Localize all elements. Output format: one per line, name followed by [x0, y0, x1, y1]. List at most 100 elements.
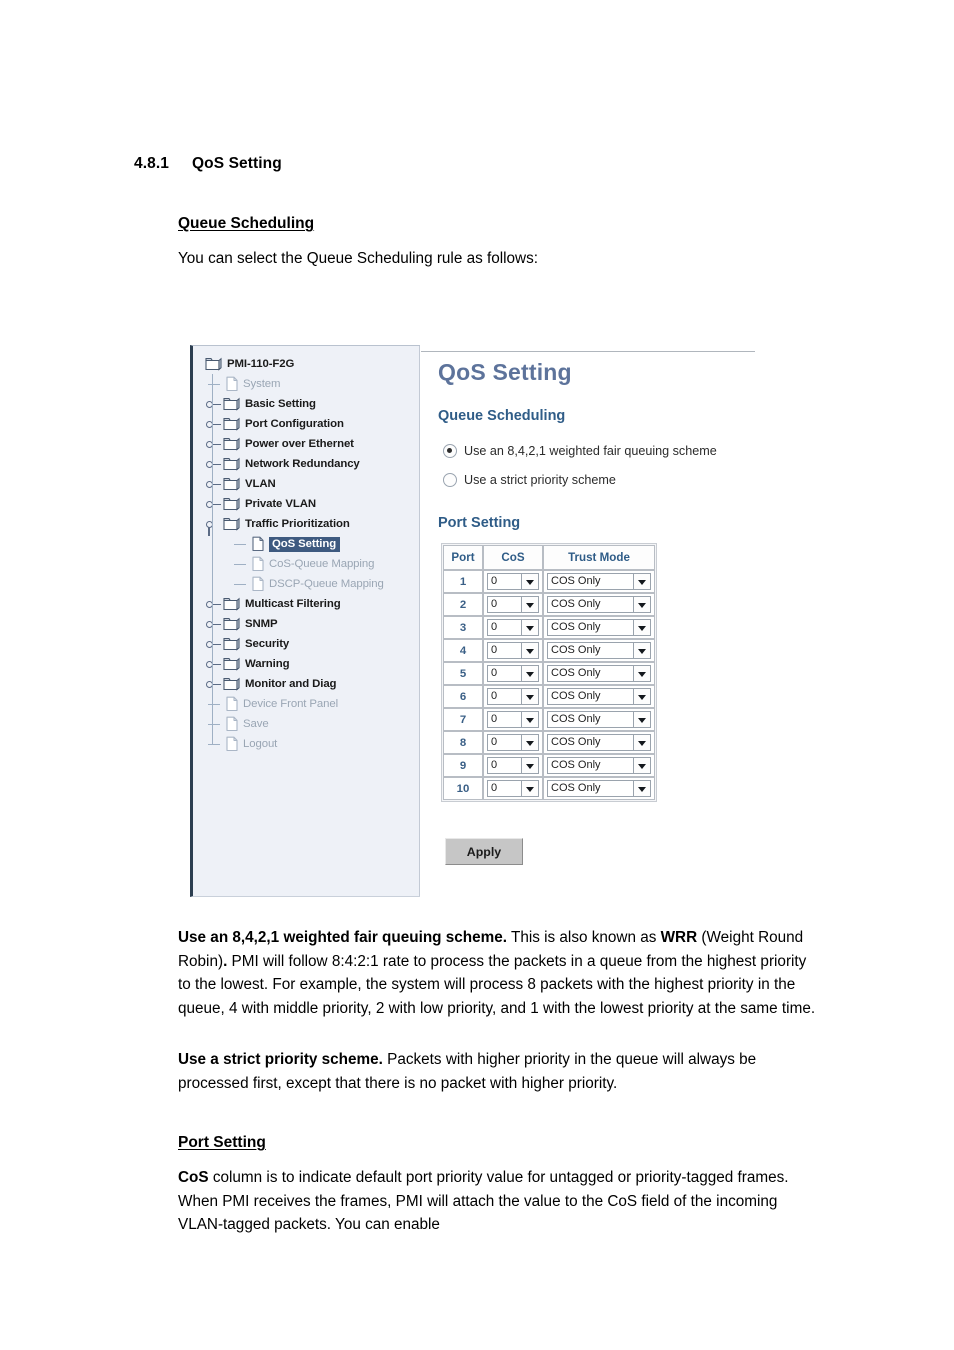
tree-item-vlan[interactable]: VLAN	[201, 474, 423, 494]
tree-item-monitor-and-diag[interactable]: Monitor and Diag	[201, 674, 423, 694]
chevron-down-icon[interactable]	[633, 666, 650, 681]
radio-option-strict-priority[interactable]: Use a strict priority scheme	[443, 473, 616, 487]
cell-trust-mode: COS Only	[543, 662, 655, 685]
trust-mode-dropdown[interactable]: COS Only	[547, 665, 651, 682]
table-row: 3 0 COS Only	[443, 616, 655, 639]
cos-dropdown[interactable]: 0	[487, 688, 539, 705]
cos-dropdown[interactable]: 0	[487, 619, 539, 636]
expand-handle-icon[interactable]	[205, 414, 223, 434]
cos-dropdown[interactable]: 0	[487, 711, 539, 728]
trust-mode-dropdown[interactable]: COS Only	[547, 734, 651, 751]
tree-root-node[interactable]: PMI-110-F2G	[201, 354, 423, 374]
chevron-down-icon[interactable]	[521, 620, 538, 635]
trust-mode-value: COS Only	[551, 759, 601, 771]
chevron-down-icon[interactable]	[633, 758, 650, 773]
chevron-down-icon[interactable]	[633, 643, 650, 658]
tree-item-qos-setting[interactable]: QoS Setting	[201, 534, 423, 554]
panel-title: QoS Setting	[438, 359, 572, 385]
chevron-down-icon[interactable]	[633, 620, 650, 635]
tree-item-security[interactable]: Security	[201, 634, 423, 654]
trust-mode-dropdown[interactable]: COS Only	[547, 711, 651, 728]
expand-handle-icon[interactable]	[205, 434, 223, 454]
tree-item-system[interactable]: System	[201, 374, 423, 394]
table-row: 7 0 COS Only	[443, 708, 655, 731]
tree-item-network-redundancy[interactable]: Network Redundancy	[201, 454, 423, 474]
chevron-down-icon[interactable]	[521, 666, 538, 681]
expand-handle-icon[interactable]	[205, 474, 223, 494]
tree-item-power-over-ethernet[interactable]: Power over Ethernet	[201, 434, 423, 454]
tree-item-logout[interactable]: Logout	[201, 734, 423, 754]
cos-dropdown[interactable]: 0	[487, 780, 539, 797]
collapse-handle-icon[interactable]	[205, 514, 223, 536]
trust-mode-value: COS Only	[551, 644, 601, 656]
tree-item-label: Traffic Prioritization	[245, 518, 350, 530]
column-header-cos: CoS	[483, 545, 543, 570]
expand-handle-icon[interactable]	[205, 674, 223, 694]
cell-trust-mode: COS Only	[543, 570, 655, 593]
para-wrr-lead: Use an 8,4,2,1 weighted fair queuing sch…	[178, 929, 507, 946]
expand-handle-icon[interactable]	[205, 394, 223, 414]
radio-wrr-indicator[interactable]	[443, 444, 457, 458]
table-row: 1 0 COS Only	[443, 570, 655, 593]
chevron-down-icon[interactable]	[521, 712, 538, 727]
cos-dropdown[interactable]: 0	[487, 596, 539, 613]
expand-handle-icon[interactable]	[205, 594, 223, 614]
expand-handle-icon[interactable]	[205, 494, 223, 514]
chevron-down-icon[interactable]	[521, 643, 538, 658]
cos-dropdown[interactable]: 0	[487, 757, 539, 774]
chevron-down-icon[interactable]	[633, 574, 650, 589]
queue-scheduling-section-title: Queue Scheduling	[438, 408, 566, 424]
tree-item-dscp-queue-mapping[interactable]: DSCP-Queue Mapping	[201, 574, 423, 594]
page-title: 4.8.1 QoS Setting	[134, 155, 282, 173]
tree-item-snmp[interactable]: SNMP	[201, 614, 423, 634]
expand-handle-icon[interactable]	[205, 614, 223, 634]
radio-option-wrr[interactable]: Use an 8,4,2,1 weighted fair queuing sch…	[443, 444, 717, 458]
tree-item-traffic-prioritization[interactable]: Traffic Prioritization	[201, 514, 423, 536]
expand-handle-icon[interactable]	[205, 454, 223, 474]
tree-item-warning[interactable]: Warning	[201, 654, 423, 674]
radio-strict-indicator[interactable]	[443, 473, 457, 487]
trust-mode-value: COS Only	[551, 713, 601, 725]
tree-item-save[interactable]: Save	[201, 714, 423, 734]
tree-connector	[231, 554, 249, 574]
chevron-down-icon[interactable]	[521, 689, 538, 704]
cell-port-number: 9	[443, 754, 483, 777]
chevron-down-icon[interactable]	[521, 597, 538, 612]
chevron-down-icon[interactable]	[521, 758, 538, 773]
tree-item-label: Multicast Filtering	[245, 598, 341, 610]
tree-item-device-front-panel[interactable]: Device Front Panel	[201, 694, 423, 714]
trust-mode-dropdown[interactable]: COS Only	[547, 688, 651, 705]
chevron-down-icon[interactable]	[521, 781, 538, 796]
trust-mode-dropdown[interactable]: COS Only	[547, 573, 651, 590]
cos-dropdown[interactable]: 0	[487, 734, 539, 751]
trust-mode-value: COS Only	[551, 621, 601, 633]
trust-mode-dropdown[interactable]: COS Only	[547, 596, 651, 613]
chevron-down-icon[interactable]	[521, 735, 538, 750]
expand-handle-icon[interactable]	[205, 654, 223, 674]
cos-dropdown[interactable]: 0	[487, 665, 539, 682]
folder-icon	[223, 437, 240, 451]
cos-dropdown[interactable]: 0	[487, 642, 539, 659]
cos-dropdown[interactable]: 0	[487, 573, 539, 590]
tree-item-multicast-filtering[interactable]: Multicast Filtering	[201, 594, 423, 614]
chevron-down-icon[interactable]	[521, 574, 538, 589]
paragraph-strict-priority: Use a strict priority scheme. Packets wi…	[178, 1048, 823, 1095]
chevron-down-icon[interactable]	[633, 597, 650, 612]
cos-value: 0	[491, 598, 498, 610]
trust-mode-dropdown[interactable]: COS Only	[547, 780, 651, 797]
apply-button[interactable]: Apply	[445, 838, 523, 865]
chevron-down-icon[interactable]	[633, 735, 650, 750]
document-page: 4.8.1 QoS Setting Queue Scheduling You ca…	[0, 0, 954, 1350]
tree-item-private-vlan[interactable]: Private VLAN	[201, 494, 423, 514]
tree-item-cos-queue-mapping[interactable]: CoS-Queue Mapping	[201, 554, 423, 574]
tree-item-port-configuration[interactable]: Port Configuration	[201, 414, 423, 434]
chevron-down-icon[interactable]	[633, 781, 650, 796]
chevron-down-icon[interactable]	[633, 689, 650, 704]
trust-mode-dropdown[interactable]: COS Only	[547, 642, 651, 659]
expand-handle-icon[interactable]	[205, 634, 223, 654]
tree-item-basic-setting[interactable]: Basic Setting	[201, 394, 423, 414]
chevron-down-icon[interactable]	[633, 712, 650, 727]
trust-mode-dropdown[interactable]: COS Only	[547, 757, 651, 774]
trust-mode-dropdown[interactable]: COS Only	[547, 619, 651, 636]
column-header-port: Port	[443, 545, 483, 570]
